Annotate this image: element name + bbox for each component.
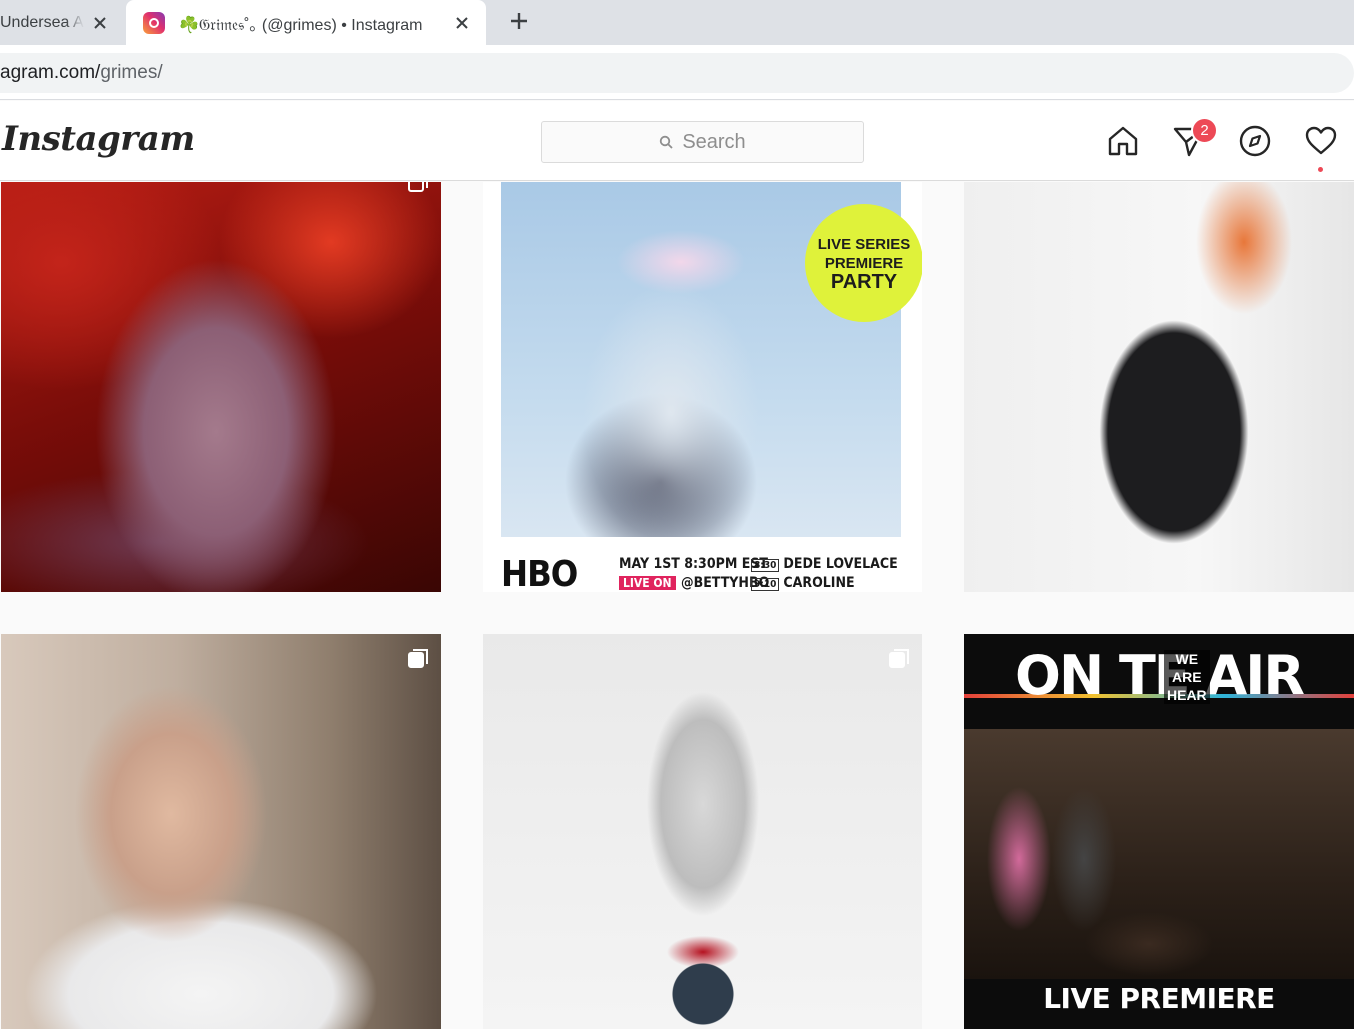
stage-photo [964,729,1354,979]
overlay-word: HEAR [1167,687,1207,703]
live-premiere-text: LIVE PREMIERE [1043,982,1275,1015]
sticker-line: PREMIERE [824,254,904,272]
lineup-time: 8:30 [751,559,780,572]
browser-tab-undersea[interactable]: Undersea A [0,0,124,45]
url-path: grimes/ [100,62,163,83]
sticker-line: LIVE SERIES [817,235,911,253]
activity-icon[interactable] [1303,123,1339,159]
post-thumbnail[interactable] [964,182,1354,592]
activity-dot [1318,167,1323,172]
url-field[interactable]: agram.com/grimes/ [0,53,1354,93]
explore-icon[interactable] [1237,123,1273,159]
home-icon[interactable] [1105,123,1141,159]
browser-tab-instagram[interactable]: ☘️𝔊𝔯𝔦𝔪𝔢𝔰˚｡ (@grimes) • Instagram [126,0,486,45]
close-icon[interactable] [452,13,472,33]
multiple-photos-icon [408,182,428,192]
title-overlay: WE ARE HEAR [1164,650,1210,704]
url-host: agram.com/ [0,62,101,83]
instagram-header: Instagram Search [0,101,1354,181]
tab-title: ☘️𝔊𝔯𝔦𝔪𝔢𝔰˚｡ (@grimes) • Instagram [179,16,423,34]
poster-footer: HBO MAY 1ST 8:30PM EST LIVE ON @BETTYHBO… [501,544,903,592]
instagram-logo[interactable]: Instagram [2,119,195,159]
tab-strip: Undersea A ☘️𝔊𝔯𝔦𝔪𝔢𝔰˚｡ (@grimes) • Instag… [0,0,1354,45]
show-title: ON TE AIR [964,644,1354,707]
close-icon[interactable] [90,13,110,33]
search-input[interactable]: Search [541,121,864,163]
post-thumbnail[interactable]: ON TE AIR WE ARE HEAR LIVE PREMIERE [964,634,1354,1029]
new-tab-button[interactable] [504,6,534,36]
post-thumbnail[interactable] [1,182,441,592]
hbo-logo: HBO [501,554,578,592]
tab-title: Undersea A [0,13,84,31]
lineup-time: 9:10 [751,578,780,591]
title-part: ON T [1015,644,1156,707]
multiple-photos-icon [408,649,428,668]
instagram-favicon-icon [143,11,165,34]
multiple-photos-icon [889,649,909,668]
lineup-1: 8:30 DEDE LOVELACE [751,556,898,572]
overlay-word: WE [1175,651,1199,667]
post-thumbnail[interactable] [1,634,441,1029]
posts-grid: LIVE SERIES PREMIERE PARTY HBO MAY 1ST 8… [0,182,1354,1029]
overlay-word: ARE [1172,669,1202,685]
post-thumbnail[interactable]: LIVE SERIES PREMIERE PARTY HBO MAY 1ST 8… [483,182,922,592]
premiere-date: MAY 1ST 8:30PM EST [619,556,769,572]
lineup-2: 9:10CAROLINE POLACHEK [751,575,903,592]
post-thumbnail[interactable] [483,634,922,1029]
address-bar: agram.com/grimes/ [0,45,1354,100]
notification-badge: 2 [1191,117,1218,144]
search-placeholder: Search [682,130,746,153]
performer-name: DEDE LOVELACE [783,556,898,572]
sticker-line: PARTY [830,270,898,293]
premiere-sticker: LIVE SERIES PREMIERE PARTY [805,204,922,322]
live-on-label: LIVE ON [619,576,676,590]
search-icon [660,135,673,149]
